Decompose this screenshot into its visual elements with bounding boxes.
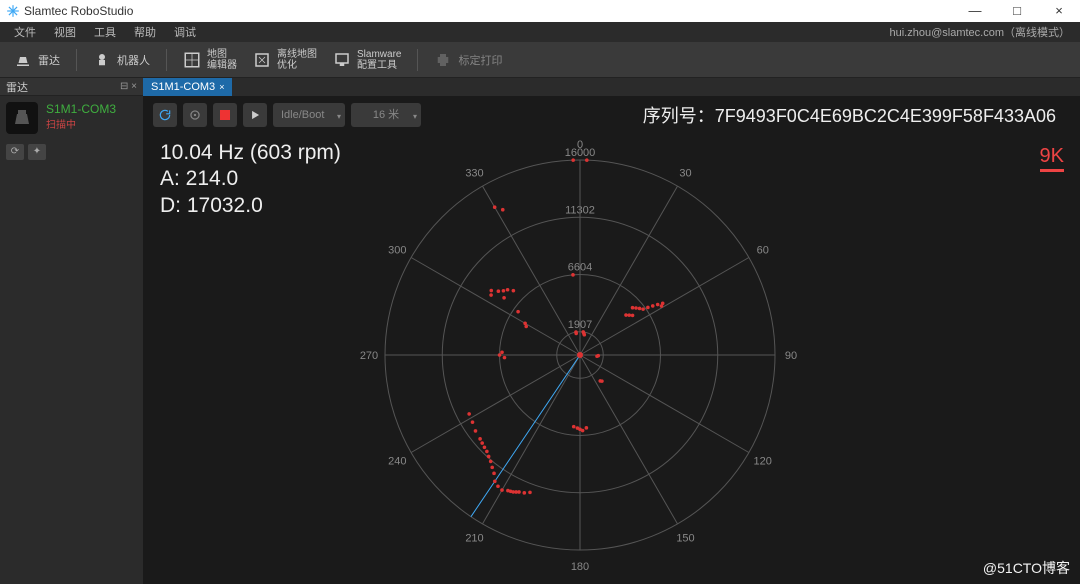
tab-close-icon[interactable]: × <box>219 78 224 96</box>
watermark: @51CTO博客 <box>983 558 1070 578</box>
device-refresh-button[interactable]: ⟳ <box>6 144 24 160</box>
serial-value: 7F9493F0C4E69BC2C4E399F58F433A06 <box>715 106 1056 126</box>
separator <box>166 49 167 71</box>
slamware-icon <box>333 51 351 69</box>
tool-radar[interactable]: 雷达 <box>14 51 60 69</box>
svg-text:270: 270 <box>360 350 378 362</box>
map-editor-icon <box>183 51 201 69</box>
device-action-buttons: ⟳ ✦ <box>0 140 143 164</box>
play-button[interactable] <box>243 103 267 127</box>
menu-file[interactable]: 文件 <box>6 24 44 40</box>
tool-map-editor[interactable]: 地图编辑器 <box>183 49 237 71</box>
svg-text:330: 330 <box>465 167 483 179</box>
app-logo-icon <box>6 4 20 18</box>
svg-text:240: 240 <box>388 456 406 468</box>
left-panel: 雷达 ⊟ × S1M1-COM3 扫描中 ⟳ ✦ <box>0 78 143 584</box>
print-icon <box>434 51 452 69</box>
device-name: S1M1-COM3 <box>46 102 116 116</box>
tool-map-editor-label: 地图编辑器 <box>207 49 237 71</box>
tool-offline-map[interactable]: 离线地图优化 <box>253 49 317 71</box>
mode-dropdown[interactable]: Idle/Boot <box>273 103 345 127</box>
control-bar: Idle/Boot 16 米 序列号：7F9493F0C4E69BC2C4E39… <box>143 96 1080 134</box>
separator <box>417 49 418 71</box>
menu-view[interactable]: 视图 <box>46 24 84 40</box>
menu-tools[interactable]: 工具 <box>86 24 124 40</box>
range-dropdown[interactable]: 16 米 <box>351 103 421 127</box>
tool-robot[interactable]: 机器人 <box>93 51 150 69</box>
window-minimize-button[interactable]: — <box>954 0 996 22</box>
serial-label: 序列号： <box>643 106 715 126</box>
tool-offline-map-label: 离线地图优化 <box>277 49 317 71</box>
tool-calibration-print[interactable]: 标定打印 <box>434 51 502 69</box>
target-button[interactable] <box>183 103 207 127</box>
device-config-button[interactable]: ✦ <box>28 144 46 160</box>
device-thumb-icon <box>6 102 38 134</box>
tab-label: S1M1-COM3 <box>151 78 215 96</box>
left-panel-title: 雷达 <box>6 79 28 95</box>
svg-text:90: 90 <box>785 350 797 362</box>
toolbar: 雷达 机器人 地图编辑器 离线地图优化 Slamware配置工具 标定打印 <box>0 42 1080 78</box>
svg-text:30: 30 <box>679 167 691 179</box>
tool-robot-label: 机器人 <box>117 52 150 68</box>
device-status: 扫描中 <box>46 116 116 131</box>
titlebar: Slamtec RoboStudio — □ × <box>0 0 1080 22</box>
svg-text:210: 210 <box>465 533 483 545</box>
app-title: Slamtec RoboStudio <box>24 4 954 18</box>
device-list-item[interactable]: S1M1-COM3 扫描中 <box>0 96 143 140</box>
menu-debug[interactable]: 调试 <box>166 24 204 40</box>
menubar: 文件 视图 工具 帮助 调试 hui.zhou@slamtec.com（离线模式… <box>0 22 1080 42</box>
svg-text:300: 300 <box>388 245 406 257</box>
svg-text:180: 180 <box>571 561 589 573</box>
tool-print-label: 标定打印 <box>458 52 502 68</box>
tool-slamware-label: Slamware配置工具 <box>357 49 401 71</box>
record-button[interactable] <box>213 103 237 127</box>
robot-icon <box>93 51 111 69</box>
tab-device[interactable]: S1M1-COM3 × <box>143 78 232 96</box>
menu-help[interactable]: 帮助 <box>126 24 164 40</box>
serial-row: 序列号：7F9493F0C4E69BC2C4E399F58F433A06 <box>643 102 1070 128</box>
document-tabs: S1M1-COM3 × <box>143 78 1080 96</box>
radar-icon <box>14 51 32 69</box>
separator <box>76 49 77 71</box>
left-panel-header: 雷达 ⊟ × <box>0 78 143 96</box>
window-maximize-button[interactable]: □ <box>996 0 1038 22</box>
offline-map-icon <box>253 51 271 69</box>
svg-text:120: 120 <box>754 456 772 468</box>
polar-chart[interactable]: 1907660411302160000306090120150180210240… <box>260 130 900 560</box>
tool-slamware-config[interactable]: Slamware配置工具 <box>333 49 401 71</box>
svg-text:150: 150 <box>676 533 694 545</box>
point-count-badge: 9K <box>1040 145 1064 172</box>
svg-text:0: 0 <box>577 139 583 151</box>
tool-radar-label: 雷达 <box>38 52 60 68</box>
window-close-button[interactable]: × <box>1038 0 1080 22</box>
refresh-button[interactable] <box>153 103 177 127</box>
left-panel-controls[interactable]: ⊟ × <box>120 81 137 92</box>
svg-text:60: 60 <box>757 245 769 257</box>
account-status[interactable]: hui.zhou@slamtec.com（离线模式） <box>890 24 1080 40</box>
